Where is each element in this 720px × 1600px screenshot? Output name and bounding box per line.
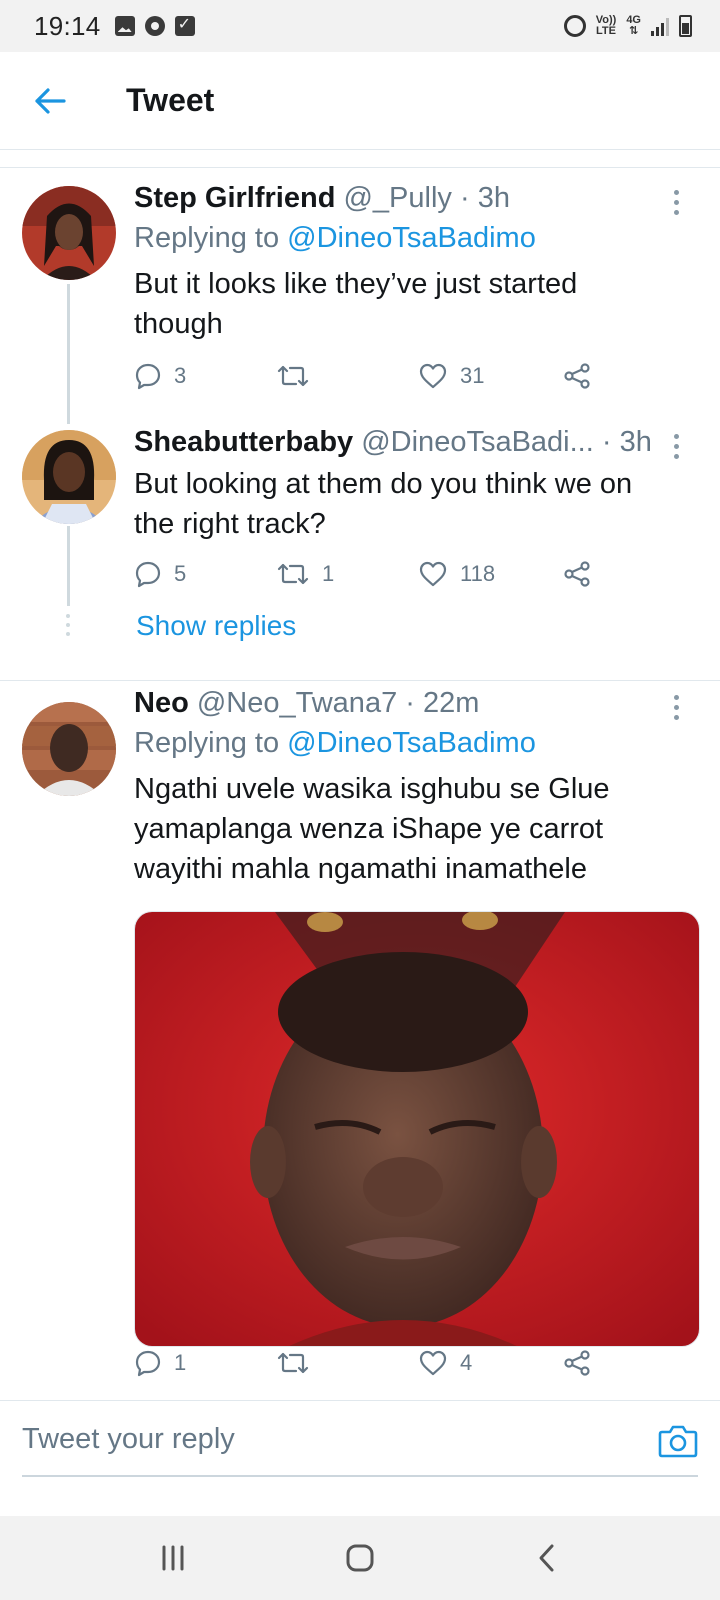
tweet-time: · 22m	[405, 687, 480, 719]
display-name[interactable]: Step Girlfriend	[134, 182, 335, 214]
like-button[interactable]: 31	[418, 358, 484, 394]
replying-to: Replying to @DineoTsaBadimo	[134, 222, 536, 254]
retweet-button[interactable]	[276, 1345, 322, 1381]
retweet-button[interactable]: 1	[276, 556, 334, 592]
show-replies-link[interactable]: Show replies	[136, 610, 296, 642]
tweet-header: Step Girlfriend @_Pully · 3h	[134, 180, 660, 216]
reply-icon	[135, 1350, 161, 1377]
reply-button[interactable]: 3	[134, 358, 186, 394]
share-icon	[564, 1350, 590, 1376]
user-handle[interactable]: @DineoTsaBadi...	[361, 426, 594, 458]
user-handle[interactable]: @_Pully	[343, 182, 451, 214]
battery-icon	[679, 15, 692, 37]
heart-icon	[419, 1350, 447, 1376]
heart-icon	[419, 363, 447, 389]
tweet-text: But looking at them do you think we on t…	[134, 468, 633, 540]
image-icon	[114, 16, 135, 36]
signal-icon	[651, 16, 669, 36]
app-header: Tweet	[0, 52, 720, 150]
camera-button[interactable]	[658, 1423, 698, 1463]
share-icon	[564, 363, 590, 389]
retweet-count: 1	[322, 561, 335, 586]
retweet-icon	[277, 563, 309, 585]
tweet-header: Sheabutterbaby @DineoTsaBadi... · 3h	[134, 424, 660, 460]
like-count: 31	[460, 363, 485, 388]
share-icon	[564, 561, 590, 587]
network-indicator: 4G ⇅	[626, 14, 641, 37]
avatar[interactable]	[22, 186, 116, 280]
header-divider	[0, 150, 720, 168]
tweet-image[interactable]	[134, 911, 700, 1347]
reply-count: 1	[174, 1350, 187, 1375]
home-button[interactable]	[330, 1528, 390, 1588]
replying-to: Replying to @DineoTsaBadimo	[134, 727, 536, 759]
tweet-item[interactable]: Neo @Neo_Twana7 · 22m Replying to @Dineo…	[0, 681, 720, 1399]
display-name[interactable]: Sheabutterbaby	[134, 426, 353, 458]
reply-icon	[135, 363, 161, 390]
gear-icon	[144, 16, 165, 36]
more-options-icon[interactable]	[672, 434, 680, 459]
more-options-icon[interactable]	[672, 695, 680, 720]
reply-underline	[22, 1475, 698, 1477]
tweet-header: Neo @Neo_Twana7 · 22m	[134, 685, 660, 721]
tweet-text: But it looks like they’ve just started t…	[134, 268, 578, 340]
checkbox-icon	[174, 14, 195, 36]
tweet-text: Ngathi uvele wasika isghubu se Glue yama…	[134, 773, 610, 885]
tweet-time: · 3h	[601, 426, 652, 458]
reply-button[interactable]: 5	[134, 556, 186, 592]
retweet-icon	[277, 365, 309, 387]
recents-button[interactable]	[143, 1528, 203, 1588]
share-button[interactable]	[562, 556, 592, 592]
tweet-item[interactable]: Sheabutterbaby @DineoTsaBadi... · 3h But…	[0, 418, 720, 668]
status-time: 19:14	[34, 10, 101, 41]
reply-composer: Tweet your reply	[0, 1400, 720, 1486]
system-nav-bar	[0, 1516, 720, 1600]
tweet-actions: 3 31	[134, 358, 674, 394]
reply-count: 3	[174, 363, 187, 388]
arrow-left-icon	[35, 87, 66, 114]
reply-count: 5	[174, 561, 187, 586]
like-count: 118	[460, 561, 496, 586]
tweet-item[interactable]: Step Girlfriend @_Pully · 3h Replying to…	[0, 168, 720, 424]
avatar[interactable]	[22, 702, 116, 796]
mention-link[interactable]: @DineoTsaBadimo	[287, 727, 536, 759]
page-title: Tweet	[126, 82, 215, 118]
thread-dots	[66, 614, 70, 636]
camera-icon	[658, 1425, 698, 1458]
reply-button[interactable]: 1	[134, 1345, 186, 1381]
more-options-icon[interactable]	[672, 190, 680, 215]
nav-back-button[interactable]	[517, 1528, 577, 1588]
back-icon	[539, 1544, 554, 1572]
alarm-icon	[563, 15, 586, 37]
heart-icon	[419, 561, 447, 587]
like-count: 4	[460, 1350, 473, 1375]
like-button[interactable]: 118	[418, 556, 495, 592]
user-handle[interactable]: @Neo_Twana7	[197, 687, 397, 719]
status-bar: 19:14 Vo)) LTE 4G ⇅	[0, 0, 720, 52]
reply-icon	[135, 561, 161, 588]
share-button[interactable]	[562, 1345, 592, 1381]
tweet-time: · 3h	[459, 182, 510, 214]
back-button[interactable]	[26, 77, 74, 125]
retweet-button[interactable]	[276, 358, 322, 394]
thread-line	[67, 526, 70, 606]
home-icon	[346, 1544, 374, 1572]
mention-link[interactable]: @DineoTsaBadimo	[287, 222, 536, 254]
avatar[interactable]	[22, 430, 116, 524]
display-name[interactable]: Neo	[134, 687, 189, 719]
retweet-icon	[277, 1352, 309, 1374]
tweet-actions: 1 4	[134, 1345, 674, 1381]
like-button[interactable]: 4	[418, 1345, 472, 1381]
thread-line	[67, 284, 70, 424]
reply-input[interactable]: Tweet your reply	[22, 1423, 235, 1456]
volte-indicator: Vo)) LTE	[595, 14, 617, 37]
recents-icon	[162, 1545, 184, 1571]
share-button[interactable]	[562, 358, 592, 394]
tweet-actions: 5 1 118	[134, 556, 674, 592]
